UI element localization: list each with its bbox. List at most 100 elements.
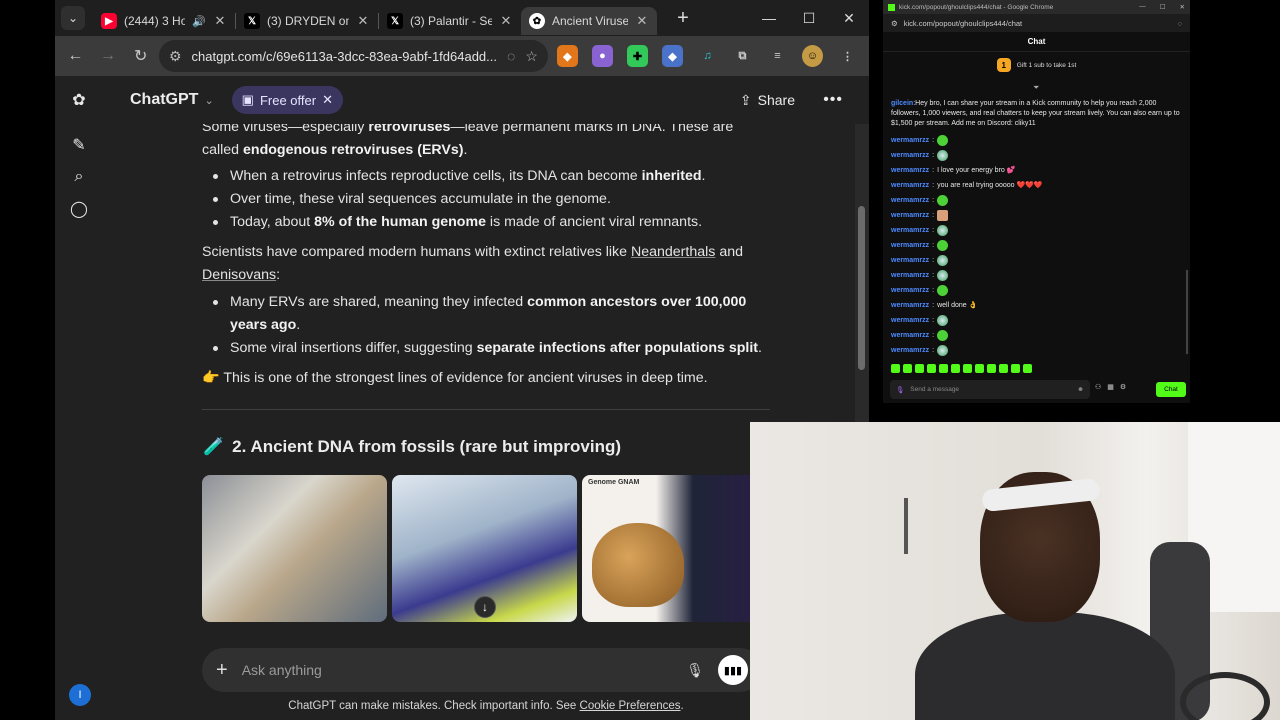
tab-search-button[interactable]: ⌄ xyxy=(61,6,85,30)
gift-sub-banner[interactable]: 1 Gift 1 sub to take 1st xyxy=(883,52,1190,78)
chat-username[interactable]: wermamrzz xyxy=(891,241,929,251)
chat-username[interactable]: wermamrzz xyxy=(891,256,929,266)
chat-username[interactable]: wermamrzz xyxy=(891,211,929,221)
chat-username[interactable]: wermamrzz xyxy=(891,346,929,356)
emote-icon[interactable] xyxy=(987,364,996,373)
chat-input-placeholder[interactable]: Send a message xyxy=(910,386,959,393)
close-window-icon[interactable]: ✕ xyxy=(1180,3,1185,11)
calendar-icon[interactable]: ▦ xyxy=(1107,383,1114,391)
maximize-icon[interactable]: ☐ xyxy=(789,0,829,36)
chats-icon[interactable]: ◯ xyxy=(55,193,103,225)
tab-youtube[interactable]: ▶ (2444) 3 Hours 🔊 ✕ xyxy=(93,7,235,35)
emoji-icon[interactable]: ☻ xyxy=(1077,386,1084,393)
extension-icon[interactable]: ✚ xyxy=(626,45,648,67)
emote-icon[interactable] xyxy=(1011,364,1020,373)
send-chat-button[interactable]: Chat xyxy=(1156,382,1186,397)
address-bar[interactable]: ⚙ chatgpt.com/c/69e6113a-3dcc-83ea-9abf-… xyxy=(158,40,548,72)
users-icon[interactable]: ⚇ xyxy=(1095,383,1101,391)
chat-username[interactable]: wermamrzz xyxy=(891,286,929,296)
emote-icon[interactable] xyxy=(927,364,936,373)
chat-username[interactable]: wermamrzz xyxy=(891,166,929,176)
profile-avatar-icon[interactable]: ☺ xyxy=(802,45,824,67)
tab-x-palantir[interactable]: 𝕏 (3) Palantir - Search ✕ xyxy=(379,7,521,35)
user-avatar[interactable]: I xyxy=(69,684,91,706)
emote-icon[interactable] xyxy=(999,364,1008,373)
chat-username[interactable]: wermamrzz xyxy=(891,271,929,281)
chat-username[interactable]: gilcein xyxy=(891,100,913,107)
add-attachment-icon[interactable]: + xyxy=(216,659,228,682)
back-icon[interactable]: ← xyxy=(61,41,90,71)
emote-icon[interactable] xyxy=(903,364,912,373)
tab-x-dryden[interactable]: 𝕏 (3) DRYDEN on X ✕ xyxy=(236,7,378,35)
browser-menu-icon[interactable]: ⋮ xyxy=(837,45,858,67)
emote-icon[interactable] xyxy=(963,364,972,373)
free-offer-badge[interactable]: ▣ Free offer ✕ xyxy=(231,86,343,114)
tab-chatgpt[interactable]: ✿ Ancient Viruses in ✕ xyxy=(521,7,657,35)
new-chat-icon[interactable]: ✎ xyxy=(55,129,103,161)
cookie-preferences-link[interactable]: Cookie Preferences xyxy=(580,700,681,712)
chat-username[interactable]: wermamrzz xyxy=(891,301,929,311)
chat-username[interactable]: wermamrzz xyxy=(891,226,929,236)
address-url[interactable]: chatgpt.com/c/69e6113a-3dcc-83ea-9abf-1f… xyxy=(192,49,497,64)
chat-scrollbar[interactable] xyxy=(1186,270,1188,354)
emote-icon[interactable] xyxy=(951,364,960,373)
search-icon[interactable]: ⌕ xyxy=(55,161,103,193)
close-icon[interactable]: ✕ xyxy=(322,92,333,108)
share-button[interactable]: ⇪ Share xyxy=(740,92,795,109)
popout-address-bar[interactable]: ⚙ kick.com/popout/ghoulclips444/chat ◌ xyxy=(883,14,1190,32)
chat-username[interactable]: wermamrzz xyxy=(891,196,929,206)
scrollbar-thumb[interactable] xyxy=(858,206,865,370)
reload-icon[interactable]: ↻ xyxy=(126,41,155,71)
mic-icon[interactable]: 🎙 xyxy=(896,386,904,394)
maximize-icon[interactable]: ☐ xyxy=(1160,3,1166,11)
settings-gear-icon[interactable]: ⚙ xyxy=(1120,383,1126,391)
metamask-extension-icon[interactable]: ◆ xyxy=(556,45,578,67)
eye-off-icon[interactable]: ◌ xyxy=(507,48,515,64)
fossil-drill-image[interactable] xyxy=(202,475,387,622)
model-selector[interactable]: ChatGPT ⌄ xyxy=(130,91,214,109)
openai-logo-icon[interactable]: ✿ xyxy=(55,84,103,116)
close-tab-icon[interactable]: ✕ xyxy=(499,13,513,29)
site-info-icon[interactable]: ⚙ xyxy=(169,48,182,65)
puzzle-extensions-icon[interactable]: ⧉ xyxy=(732,45,753,67)
skull-dna-image[interactable]: Genome GNAM xyxy=(582,475,750,622)
denisovans-link[interactable]: Denisovans xyxy=(202,267,276,283)
chat-username[interactable]: wermamrzz xyxy=(891,136,929,146)
chat-input[interactable]: 🎙 Send a message ☻ xyxy=(890,380,1090,399)
close-tab-icon[interactable]: ✕ xyxy=(635,13,649,29)
neanderthals-link[interactable]: Neanderthals xyxy=(631,244,715,260)
emote-icon[interactable] xyxy=(975,364,984,373)
chat-username[interactable]: wermamrzz xyxy=(891,151,929,161)
extension-icon[interactable]: ◆ xyxy=(661,45,683,67)
chat-username[interactable]: wermamrzz xyxy=(891,331,929,341)
address-url[interactable]: kick.com/popout/ghoulclips444/chat xyxy=(904,19,1022,28)
lab-pipette-image[interactable]: ↓ xyxy=(392,475,577,622)
emote-icon[interactable] xyxy=(891,364,900,373)
close-window-icon[interactable]: ✕ xyxy=(829,0,869,36)
chat-username[interactable]: wermamrzz xyxy=(891,316,929,326)
minimize-icon[interactable]: — xyxy=(1139,3,1146,11)
minimize-icon[interactable]: — xyxy=(749,0,789,36)
new-tab-button[interactable]: + xyxy=(671,7,695,30)
close-tab-icon[interactable]: ✕ xyxy=(356,13,370,29)
bookmark-star-icon[interactable]: ☆ xyxy=(525,48,538,65)
forward-icon[interactable]: → xyxy=(94,41,123,71)
chat-username[interactable]: wermamrzz xyxy=(891,181,929,191)
pinned-toggle-icon[interactable]: ⏷ xyxy=(1033,83,1039,93)
media-control-icon[interactable]: ≡ xyxy=(767,45,788,67)
more-options-icon[interactable]: ••• xyxy=(823,91,843,109)
composer-input[interactable]: Ask anything xyxy=(242,662,673,678)
eye-off-icon[interactable]: ◌ xyxy=(1178,19,1182,28)
speaker-icon[interactable]: 🔊 xyxy=(192,15,206,28)
emote-icon[interactable] xyxy=(1023,364,1032,373)
extension-icon[interactable]: ● xyxy=(591,45,613,67)
chat-message: wermamrzz: xyxy=(891,208,1181,223)
emote-icon[interactable] xyxy=(939,364,948,373)
dictate-mic-icon[interactable]: 🎙 xyxy=(686,662,704,679)
scroll-down-icon[interactable]: ↓ xyxy=(474,596,496,618)
emote-icon[interactable] xyxy=(915,364,924,373)
close-tab-icon[interactable]: ✕ xyxy=(213,13,227,29)
site-info-icon[interactable]: ⚙ xyxy=(891,19,898,28)
extension-icon[interactable]: ♫ xyxy=(697,45,718,67)
voice-mode-icon[interactable]: ▮▮▮ xyxy=(718,655,748,685)
